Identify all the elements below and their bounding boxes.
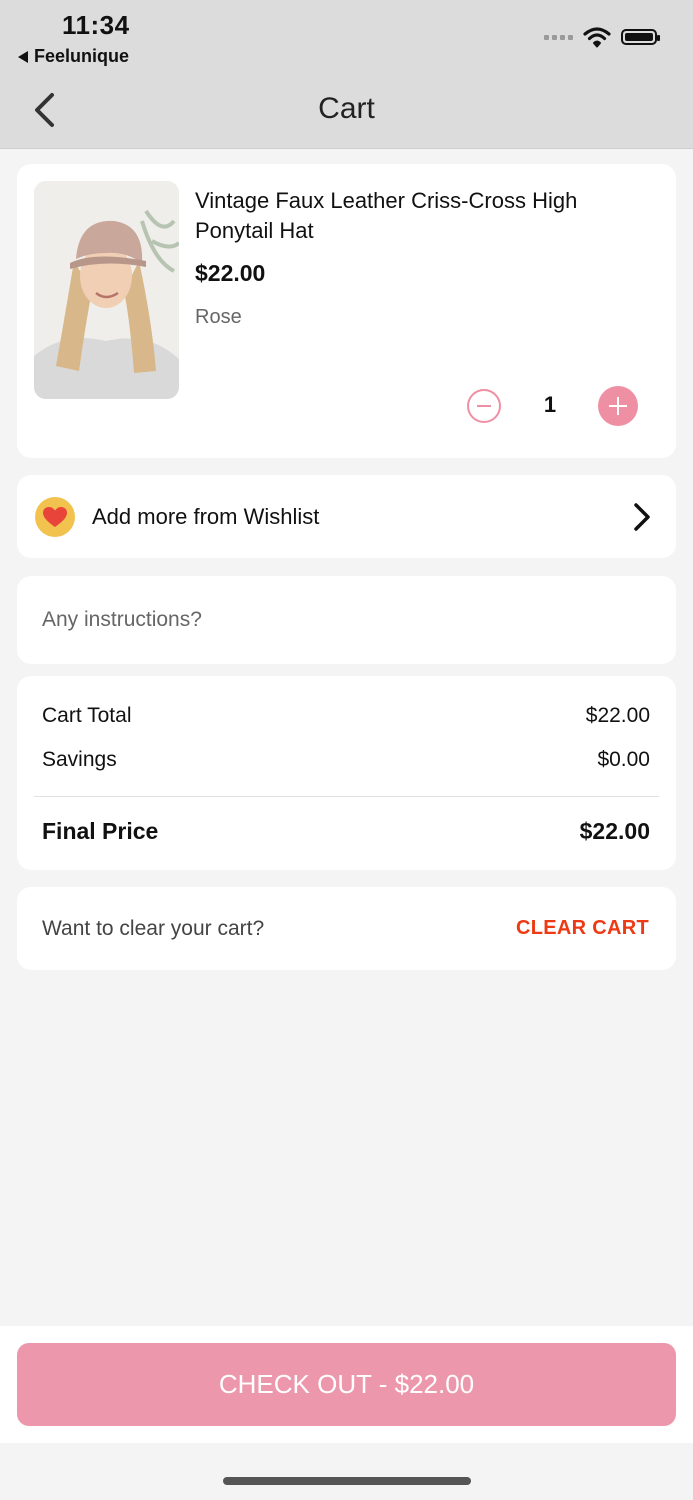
cart-item-card: Vintage Faux Leather Criss-Cross High Po… (17, 164, 676, 458)
final-price-value: $22.00 (579, 818, 650, 844)
chevron-right-icon (634, 503, 650, 531)
heart-icon (35, 497, 75, 537)
back-app-label: Feelunique (34, 46, 130, 66)
wifi-icon (583, 27, 611, 48)
cart-total-label: Cart Total (42, 704, 132, 727)
product-price: $22.00 (195, 260, 266, 286)
cart-total-value: $22.00 (585, 704, 650, 727)
top-bar: 11:34 Feelunique Cart (0, 0, 693, 149)
back-to-app-link[interactable]: Feelunique (18, 46, 129, 67)
battery-icon (621, 29, 660, 45)
final-price-label: Final Price (42, 818, 159, 844)
checkout-button[interactable]: CHECK OUT - $22.00 (17, 1343, 676, 1426)
savings-label: Savings (42, 748, 117, 771)
instructions-placeholder: Any instructions? (42, 608, 202, 631)
status-icons (544, 26, 660, 48)
product-variant: Rose (195, 306, 242, 328)
increase-quantity-button[interactable] (598, 386, 638, 426)
back-triangle-icon (18, 50, 28, 63)
product-image[interactable] (34, 181, 179, 399)
decrease-quantity-button[interactable] (467, 389, 501, 423)
home-indicator[interactable] (223, 1477, 471, 1485)
summary-divider (34, 796, 659, 797)
clear-cart-row: Want to clear your cart? CLEAR CART (17, 887, 676, 970)
add-from-wishlist-row[interactable]: Add more from Wishlist (17, 475, 676, 558)
checkout-bar: CHECK OUT - $22.00 (0, 1326, 693, 1443)
wishlist-label: Add more from Wishlist (92, 504, 320, 529)
clear-cart-question: Want to clear your cart? (42, 917, 265, 940)
page-title: Cart (318, 92, 375, 125)
instructions-field[interactable]: Any instructions? (17, 576, 676, 664)
savings-value: $0.00 (597, 748, 650, 771)
quantity-value: 1 (543, 392, 557, 417)
clear-cart-button[interactable]: CLEAR CART (516, 917, 649, 940)
price-summary-card: Cart Total $22.00 Savings $0.00 Final Pr… (17, 676, 676, 870)
signal-icon (544, 34, 573, 40)
status-time: 11:34 (62, 10, 130, 40)
product-name[interactable]: Vintage Faux Leather Criss-Cross High Po… (195, 186, 635, 246)
